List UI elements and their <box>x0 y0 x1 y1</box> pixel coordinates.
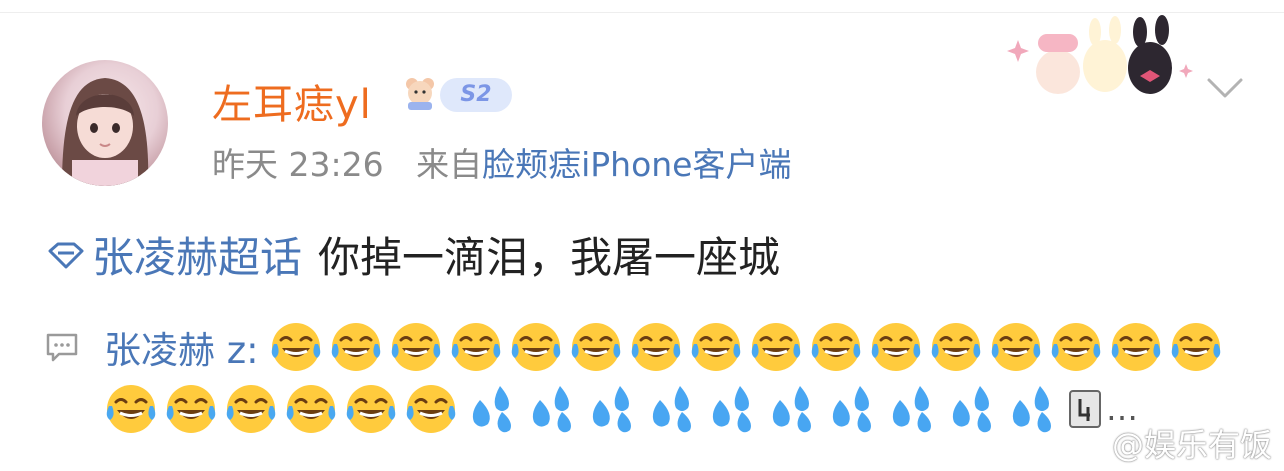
joy-emoji <box>811 323 860 371</box>
sweat-droplets-emoji <box>892 386 931 433</box>
decorative-plush-stickers-icon <box>1007 15 1193 94</box>
joy-emoji <box>1111 323 1160 371</box>
joy-emoji <box>511 323 560 371</box>
avatar[interactable] <box>42 60 168 186</box>
emoji-row <box>104 382 1064 436</box>
joy-emoji <box>451 323 500 371</box>
emoji-row <box>269 320 1229 374</box>
joy-emoji <box>931 323 980 371</box>
joy-emoji <box>1171 323 1220 371</box>
joy-emoji <box>571 323 620 371</box>
comment-second-line: … <box>104 382 1138 436</box>
post-source-link[interactable]: 脸颊痣iPhone客户端 <box>482 145 791 184</box>
sweat-droplets-emoji <box>712 386 751 433</box>
post-time: 昨天 23:26 <box>212 145 384 184</box>
sweat-droplets-emoji <box>652 386 691 433</box>
watermark: @娱乐有饭 <box>1072 420 1272 466</box>
joy-emoji <box>406 385 456 433</box>
sweat-droplets-emoji <box>832 386 871 433</box>
joy-emoji <box>751 323 800 371</box>
level-badge[interactable]: S2 <box>440 78 512 112</box>
source-prefix: 来自 <box>416 145 483 184</box>
joy-emoji <box>271 323 320 371</box>
joy-emoji <box>106 385 156 433</box>
post-text: 你掉一滴泪，我屠一座城 <box>318 233 781 282</box>
joy-emoji <box>871 323 920 371</box>
member-bear-badge-icon[interactable] <box>400 72 440 112</box>
joy-emoji <box>1051 323 1100 371</box>
weibo-logo-icon <box>1073 430 1107 457</box>
comment-author-link[interactable]: 张凌赫 z: <box>104 320 259 374</box>
joy-emoji <box>226 385 276 433</box>
joy-emoji <box>286 385 336 433</box>
sweat-droplets-emoji <box>532 386 571 433</box>
post-meta: 昨天 23:26 来自脸颊痣iPhone客户端 <box>212 138 792 186</box>
joy-emoji <box>331 323 380 371</box>
avatar-image <box>62 78 149 186</box>
post-body: 张凌赫超话 你掉一滴泪，我屠一座城 <box>46 224 780 285</box>
comment-first-line: 张凌赫 z: <box>104 320 1229 374</box>
sweat-droplets-emoji <box>772 386 811 433</box>
sweat-droplets-emoji <box>472 386 511 433</box>
comment-icon <box>46 333 78 362</box>
joy-emoji <box>631 323 680 371</box>
watermark-text: @娱乐有饭 <box>1112 426 1273 464</box>
sweat-droplets-emoji <box>592 386 631 433</box>
username[interactable]: 左耳痣yl <box>212 72 372 130</box>
super-topic-diamond-icon <box>48 242 84 268</box>
sweat-droplets-emoji <box>1012 386 1051 433</box>
joy-emoji <box>391 323 440 371</box>
joy-emoji <box>346 385 396 433</box>
sweat-droplets-emoji <box>952 386 991 433</box>
joy-emoji <box>991 323 1040 371</box>
joy-emoji <box>166 385 216 433</box>
chevron-down-icon[interactable] <box>1206 74 1244 102</box>
topic-link[interactable]: 张凌赫超话 <box>92 224 302 285</box>
top-divider <box>0 12 1284 13</box>
joy-emoji <box>691 323 740 371</box>
